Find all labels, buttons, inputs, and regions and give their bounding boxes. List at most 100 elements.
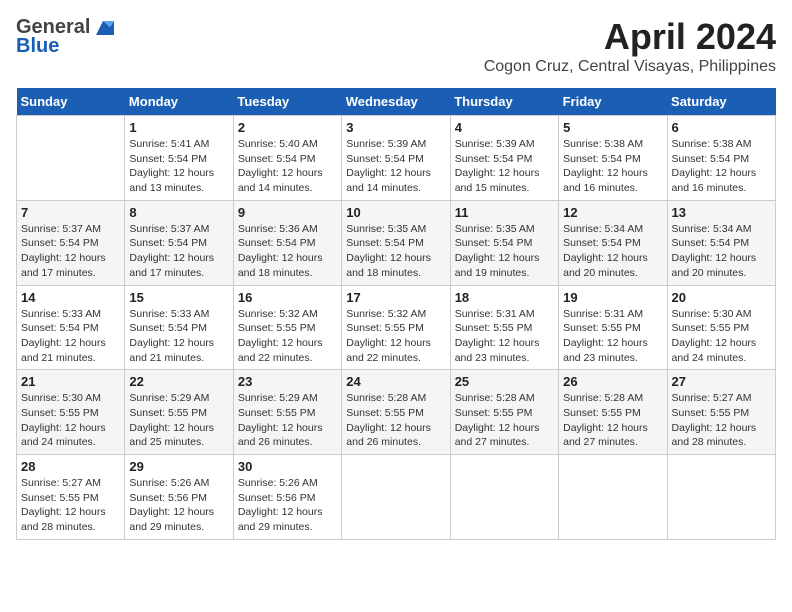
day-number: 10 bbox=[346, 205, 445, 220]
day-info: Sunrise: 5:37 AMSunset: 5:54 PMDaylight:… bbox=[21, 222, 120, 281]
day-number: 16 bbox=[238, 290, 337, 305]
calendar-cell: 19 Sunrise: 5:31 AMSunset: 5:55 PMDayligh… bbox=[559, 285, 667, 370]
page-header: General Blue April 2024 Cogon Cruz, Cent… bbox=[16, 16, 776, 76]
calendar-cell: 21 Sunrise: 5:30 AMSunset: 5:55 PMDayligh… bbox=[17, 370, 125, 455]
weekday-header-cell: Monday bbox=[125, 88, 233, 116]
calendar-cell: 28 Sunrise: 5:27 AMSunset: 5:55 PMDayligh… bbox=[17, 455, 125, 540]
logo-icon bbox=[92, 17, 114, 39]
day-info: Sunrise: 5:31 AMSunset: 5:55 PMDaylight:… bbox=[455, 307, 554, 366]
calendar-cell: 12Sunrise: 5:34 AMSunset: 5:54 PMDayligh… bbox=[559, 200, 667, 285]
calendar-cell bbox=[342, 455, 450, 540]
day-number: 3 bbox=[346, 120, 445, 135]
day-info: Sunrise: 5:29 AMSunset: 5:55 PMDaylight:… bbox=[238, 391, 337, 450]
day-number: 6 bbox=[672, 120, 771, 135]
day-info: Sunrise: 5:34 AMSunset: 5:54 PMDaylight:… bbox=[563, 222, 662, 281]
calendar-cell: 17Sunrise: 5:32 AMSunset: 5:55 PMDayligh… bbox=[342, 285, 450, 370]
day-info: Sunrise: 5:31 AMSunset: 5:55 PMDaylight:… bbox=[563, 307, 662, 366]
weekday-header-cell: Friday bbox=[559, 88, 667, 116]
calendar-cell: 11 Sunrise: 5:35 AMSunset: 5:54 PMDayligh… bbox=[450, 200, 558, 285]
weekday-header-cell: Wednesday bbox=[342, 88, 450, 116]
calendar-cell: 26 Sunrise: 5:28 AMSunset: 5:55 PMDayligh… bbox=[559, 370, 667, 455]
day-number: 27 bbox=[672, 374, 771, 389]
weekday-header-cell: Thursday bbox=[450, 88, 558, 116]
day-number: 1 bbox=[129, 120, 228, 135]
day-info: Sunrise: 5:29 AMSunset: 5:55 PMDaylight:… bbox=[129, 391, 228, 450]
calendar-week-row: 1 Sunrise: 5:41 AMSunset: 5:54 PMDaylight… bbox=[17, 116, 776, 201]
calendar-cell: 24 Sunrise: 5:28 AMSunset: 5:55 PMDayligh… bbox=[342, 370, 450, 455]
weekday-header-cell: Tuesday bbox=[233, 88, 341, 116]
day-info: Sunrise: 5:39 AMSunset: 5:54 PMDaylight:… bbox=[455, 137, 554, 196]
day-info: Sunrise: 5:28 AMSunset: 5:55 PMDaylight:… bbox=[346, 391, 445, 450]
calendar-cell: 6 Sunrise: 5:38 AMSunset: 5:54 PMDaylight… bbox=[667, 116, 775, 201]
day-number: 21 bbox=[21, 374, 120, 389]
day-number: 7 bbox=[21, 205, 120, 220]
day-number: 19 bbox=[563, 290, 662, 305]
title-section: April 2024 Cogon Cruz, Central Visayas, … bbox=[484, 16, 776, 76]
calendar-table: SundayMondayTuesdayWednesdayThursdayFrid… bbox=[16, 88, 776, 540]
calendar-cell: 10 Sunrise: 5:35 AMSunset: 5:54 PMDayligh… bbox=[342, 200, 450, 285]
day-number: 29 bbox=[129, 459, 228, 474]
day-number: 13 bbox=[672, 205, 771, 220]
calendar-cell: 23 Sunrise: 5:29 AMSunset: 5:55 PMDayligh… bbox=[233, 370, 341, 455]
day-number: 23 bbox=[238, 374, 337, 389]
day-number: 2 bbox=[238, 120, 337, 135]
calendar-week-row: 14 Sunrise: 5:33 AMSunset: 5:54 PMDayligh… bbox=[17, 285, 776, 370]
day-number: 30 bbox=[238, 459, 337, 474]
day-number: 18 bbox=[455, 290, 554, 305]
day-number: 26 bbox=[563, 374, 662, 389]
calendar-cell: 2 Sunrise: 5:40 AMSunset: 5:54 PMDaylight… bbox=[233, 116, 341, 201]
calendar-cell: 15 Sunrise: 5:33 AMSunset: 5:54 PMDayligh… bbox=[125, 285, 233, 370]
day-info: Sunrise: 5:28 AMSunset: 5:55 PMDaylight:… bbox=[455, 391, 554, 450]
day-info: Sunrise: 5:38 AMSunset: 5:54 PMDaylight:… bbox=[563, 137, 662, 196]
calendar-cell: 8Sunrise: 5:37 AMSunset: 5:54 PMDaylight… bbox=[125, 200, 233, 285]
weekday-header-cell: Sunday bbox=[17, 88, 125, 116]
calendar-cell: 9Sunrise: 5:36 AMSunset: 5:54 PMDaylight… bbox=[233, 200, 341, 285]
day-info: Sunrise: 5:33 AMSunset: 5:54 PMDaylight:… bbox=[21, 307, 120, 366]
day-info: Sunrise: 5:33 AMSunset: 5:54 PMDaylight:… bbox=[129, 307, 228, 366]
calendar-cell: 18 Sunrise: 5:31 AMSunset: 5:55 PMDayligh… bbox=[450, 285, 558, 370]
day-number: 15 bbox=[129, 290, 228, 305]
day-info: Sunrise: 5:27 AMSunset: 5:55 PMDaylight:… bbox=[672, 391, 771, 450]
weekday-header-cell: Saturday bbox=[667, 88, 775, 116]
day-info: Sunrise: 5:35 AMSunset: 5:54 PMDaylight:… bbox=[455, 222, 554, 281]
day-info: Sunrise: 5:27 AMSunset: 5:55 PMDaylight:… bbox=[21, 476, 120, 535]
logo: General Blue bbox=[16, 16, 114, 58]
day-info: Sunrise: 5:30 AMSunset: 5:55 PMDaylight:… bbox=[21, 391, 120, 450]
day-info: Sunrise: 5:36 AMSunset: 5:54 PMDaylight:… bbox=[238, 222, 337, 281]
day-number: 28 bbox=[21, 459, 120, 474]
calendar-week-row: 21 Sunrise: 5:30 AMSunset: 5:55 PMDayligh… bbox=[17, 370, 776, 455]
calendar-cell bbox=[450, 455, 558, 540]
calendar-cell: 25 Sunrise: 5:28 AMSunset: 5:55 PMDayligh… bbox=[450, 370, 558, 455]
calendar-cell: 13 Sunrise: 5:34 AMSunset: 5:54 PMDayligh… bbox=[667, 200, 775, 285]
day-info: Sunrise: 5:26 AMSunset: 5:56 PMDaylight:… bbox=[129, 476, 228, 535]
calendar-cell: 29 Sunrise: 5:26 AMSunset: 5:56 PMDayligh… bbox=[125, 455, 233, 540]
day-number: 22 bbox=[129, 374, 228, 389]
day-info: Sunrise: 5:39 AMSunset: 5:54 PMDaylight:… bbox=[346, 137, 445, 196]
day-info: Sunrise: 5:40 AMSunset: 5:54 PMDaylight:… bbox=[238, 137, 337, 196]
day-info: Sunrise: 5:32 AMSunset: 5:55 PMDaylight:… bbox=[238, 307, 337, 366]
calendar-cell bbox=[667, 455, 775, 540]
calendar-cell: 22 Sunrise: 5:29 AMSunset: 5:55 PMDayligh… bbox=[125, 370, 233, 455]
calendar-cell: 14 Sunrise: 5:33 AMSunset: 5:54 PMDayligh… bbox=[17, 285, 125, 370]
calendar-cell: 20Sunrise: 5:30 AMSunset: 5:55 PMDayligh… bbox=[667, 285, 775, 370]
day-number: 5 bbox=[563, 120, 662, 135]
calendar-week-row: 7 Sunrise: 5:37 AMSunset: 5:54 PMDaylight… bbox=[17, 200, 776, 285]
calendar-week-row: 28 Sunrise: 5:27 AMSunset: 5:55 PMDayligh… bbox=[17, 455, 776, 540]
day-number: 4 bbox=[455, 120, 554, 135]
day-number: 17 bbox=[346, 290, 445, 305]
day-info: Sunrise: 5:41 AMSunset: 5:54 PMDaylight:… bbox=[129, 137, 228, 196]
day-info: Sunrise: 5:38 AMSunset: 5:54 PMDaylight:… bbox=[672, 137, 771, 196]
calendar-cell: 1 Sunrise: 5:41 AMSunset: 5:54 PMDaylight… bbox=[125, 116, 233, 201]
day-number: 24 bbox=[346, 374, 445, 389]
day-info: Sunrise: 5:28 AMSunset: 5:55 PMDaylight:… bbox=[563, 391, 662, 450]
month-title: April 2024 bbox=[484, 16, 776, 58]
logo-blue: Blue bbox=[16, 35, 59, 58]
day-info: Sunrise: 5:34 AMSunset: 5:54 PMDaylight:… bbox=[672, 222, 771, 281]
day-number: 11 bbox=[455, 205, 554, 220]
day-number: 14 bbox=[21, 290, 120, 305]
day-info: Sunrise: 5:35 AMSunset: 5:54 PMDaylight:… bbox=[346, 222, 445, 281]
day-number: 25 bbox=[455, 374, 554, 389]
day-info: Sunrise: 5:37 AMSunset: 5:54 PMDaylight:… bbox=[129, 222, 228, 281]
location-title: Cogon Cruz, Central Visayas, Philippines bbox=[484, 58, 776, 76]
calendar-body: 1 Sunrise: 5:41 AMSunset: 5:54 PMDaylight… bbox=[17, 116, 776, 540]
